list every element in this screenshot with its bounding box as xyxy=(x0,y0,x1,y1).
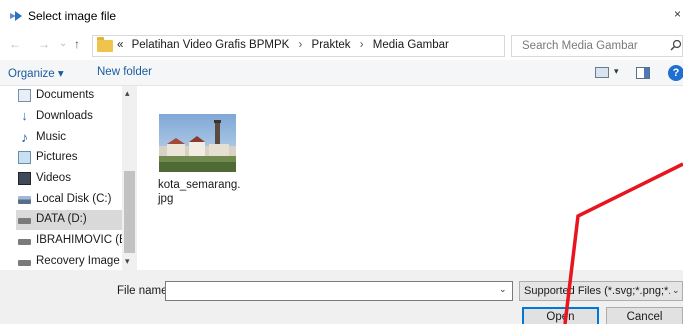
app-arrow-icon xyxy=(10,11,22,21)
file-name-field[interactable]: ⌄ xyxy=(165,281,513,301)
navigation-bar: ← → ⌄ ↑ « Pelatihan Video Grafis BPMPK ›… xyxy=(0,32,683,60)
sidebar-scrollbar[interactable]: ▴ ▾ xyxy=(122,86,137,270)
sidebar-item-label: Pictures xyxy=(36,151,78,163)
breadcrumb-item[interactable]: Pelatihan Video Grafis BPMPK xyxy=(132,39,290,51)
music-icon: ♪ xyxy=(21,129,28,145)
scroll-up-icon[interactable]: ▴ xyxy=(125,88,130,99)
help-icon[interactable]: ? xyxy=(668,65,683,81)
sidebar-item-label: Recovery Image xyxy=(36,255,120,267)
back-arrow-icon[interactable]: ← xyxy=(9,37,21,51)
chevron-down-icon: ⌄ xyxy=(672,285,680,295)
forward-arrow-icon[interactable]: → xyxy=(38,37,50,51)
search-input[interactable]: Search Media Gambar xyxy=(511,35,683,57)
cancel-button[interactable]: Cancel xyxy=(606,307,683,324)
sidebar-item-label: Videos xyxy=(36,172,71,184)
address-bar[interactable]: « Pelatihan Video Grafis BPMPK › Praktek… xyxy=(92,35,597,57)
view-dropdown-icon[interactable]: ▾ xyxy=(614,66,619,77)
sidebar-item-label: Music xyxy=(36,131,67,143)
recent-locations-icon[interactable]: ⌄ xyxy=(59,38,67,49)
up-arrow-icon[interactable]: ↑ xyxy=(74,37,80,51)
folder-icon xyxy=(97,37,113,52)
sidebar-item-ibrahimovic-drive[interactable]: IBRAHIMOVIC (E xyxy=(16,231,126,251)
dialog-title: Select image file xyxy=(28,9,117,23)
sidebar-item-label: Downloads xyxy=(36,110,93,122)
new-folder-button[interactable]: New folder xyxy=(97,66,152,78)
breadcrumb-item[interactable]: Praktek xyxy=(312,39,351,51)
close-button[interactable]: × xyxy=(674,7,683,21)
sidebar-item-label: Local Disk (C:) xyxy=(36,193,112,205)
command-bar: Organize ▾ New folder ▾ ? xyxy=(0,60,683,86)
sidebar-item-label: DATA (D:) xyxy=(36,213,87,225)
documents-icon xyxy=(18,89,31,102)
file-name-panel: File name: ⌄ Supported Files (*.svg;*.pn… xyxy=(0,270,683,324)
pictures-icon xyxy=(18,151,31,164)
sidebar-item-label: IBRAHIMOVIC (E xyxy=(36,234,126,246)
image-thumbnail xyxy=(159,114,236,172)
sidebar-item-documents[interactable]: Documents xyxy=(16,86,126,106)
sidebar-item-videos[interactable]: Videos xyxy=(16,169,126,189)
search-placeholder: Search Media Gambar xyxy=(522,40,638,52)
file-list: kota_semarang.jpg xyxy=(137,86,683,270)
search-icon xyxy=(670,39,682,51)
breadcrumb-overflow[interactable]: « xyxy=(117,39,123,51)
file-type-value: Supported Files (*.svg;*.png;*.jp xyxy=(524,285,670,297)
local-disk-icon xyxy=(18,196,31,204)
file-type-select[interactable]: Supported Files (*.svg;*.png;*.jp ⌄ xyxy=(519,281,683,301)
scroll-thumb[interactable] xyxy=(124,171,135,253)
videos-icon xyxy=(18,172,31,185)
navigation-pane: Documents ↓ Downloads ♪ Music Pictures V… xyxy=(0,86,137,270)
sidebar-item-label: Documents xyxy=(36,89,95,101)
file-name-dropdown-icon[interactable]: ⌄ xyxy=(499,284,507,295)
view-mode-icon[interactable] xyxy=(595,67,609,78)
file-name-label: kota_semarang.jpg xyxy=(158,179,241,205)
drive-icon xyxy=(18,260,31,266)
sidebar-item-local-disk[interactable]: Local Disk (C:) xyxy=(16,190,126,210)
breadcrumb-separator: › xyxy=(359,39,364,51)
scroll-down-icon[interactable]: ▾ xyxy=(125,256,130,267)
sidebar-item-pictures[interactable]: Pictures xyxy=(16,148,126,168)
sidebar-item-downloads[interactable]: ↓ Downloads xyxy=(16,107,126,127)
organize-button[interactable]: Organize ▾ xyxy=(8,66,64,80)
sidebar-item-music[interactable]: ♪ Music xyxy=(16,128,126,148)
downloads-icon: ↓ xyxy=(21,108,28,123)
title-bar: Select image file × xyxy=(0,0,683,32)
sidebar-item-data-drive[interactable]: DATA (D:) xyxy=(16,210,122,230)
drive-icon xyxy=(18,218,31,224)
open-button[interactable]: Open xyxy=(522,307,599,324)
file-name-label: File name: xyxy=(117,285,171,297)
preview-pane-icon[interactable] xyxy=(636,67,650,79)
breadcrumb-item[interactable]: Media Gambar xyxy=(373,39,449,51)
breadcrumb-separator: › xyxy=(298,39,303,51)
breadcrumb: « Pelatihan Video Grafis BPMPK › Praktek… xyxy=(117,39,449,51)
drive-icon xyxy=(18,239,31,245)
sidebar-item-recovery-image[interactable]: Recovery Image xyxy=(16,252,126,272)
